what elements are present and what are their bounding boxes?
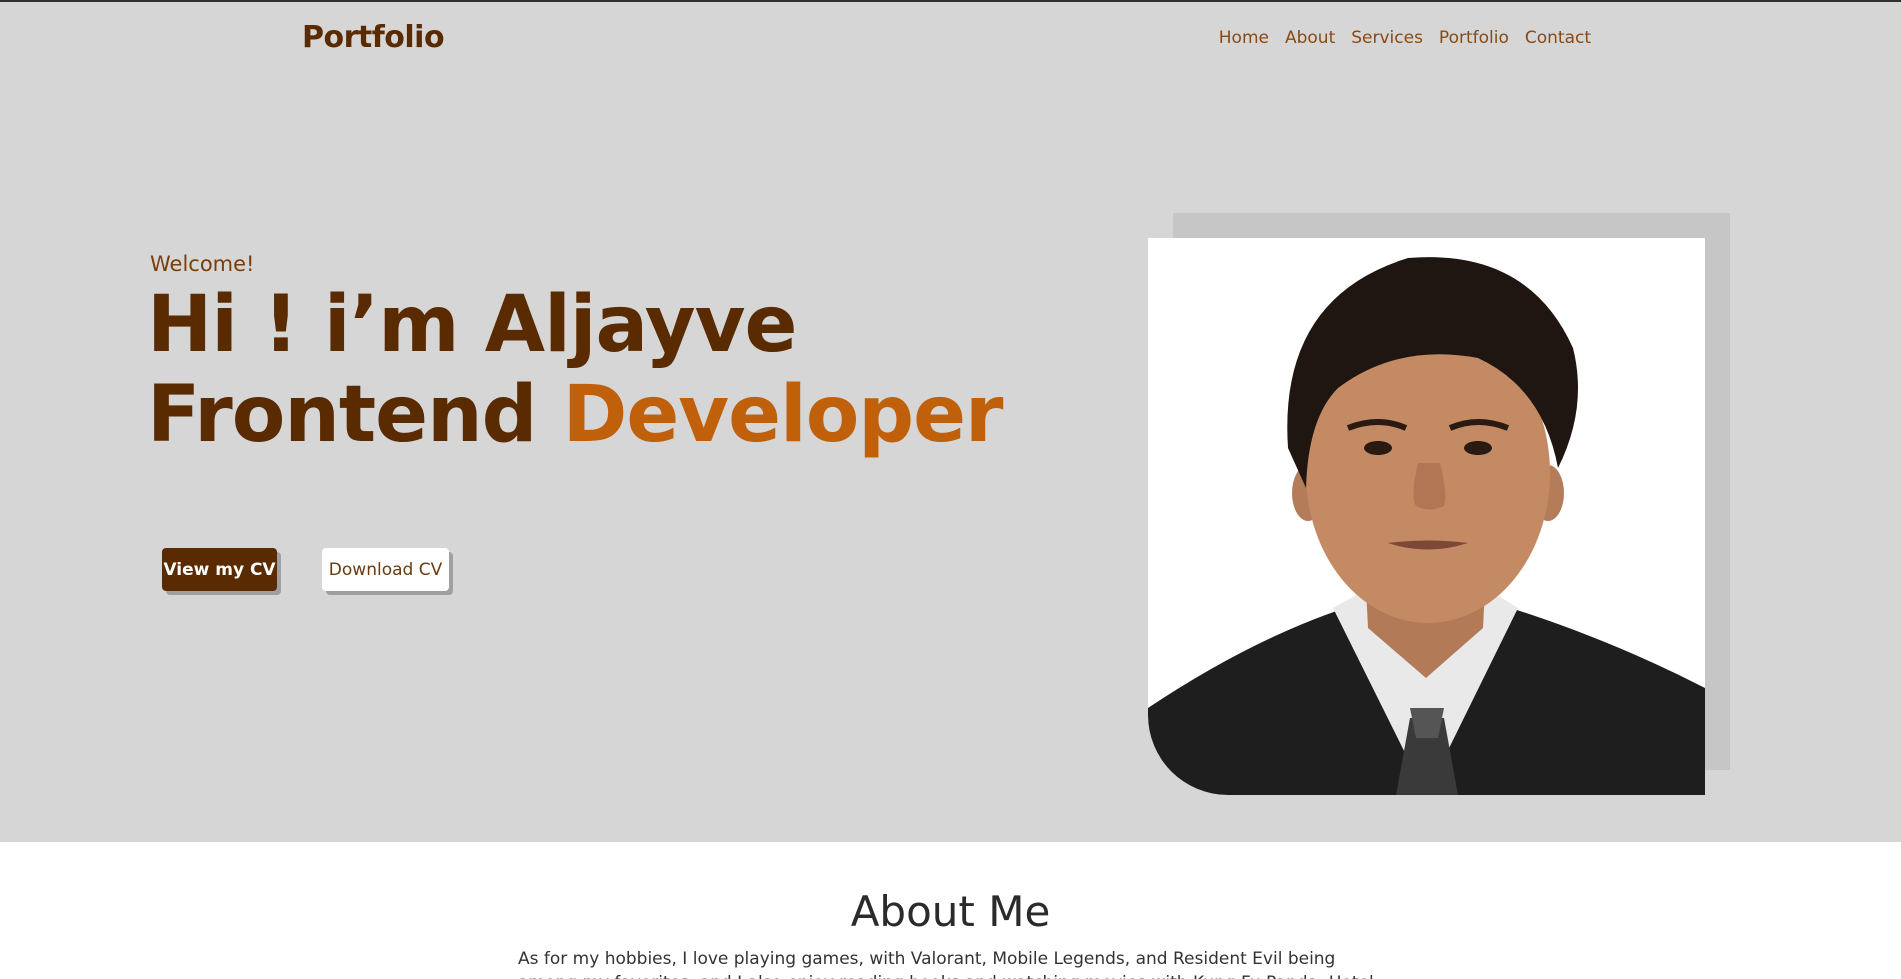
nav-contact-link[interactable]: Contact [1525,28,1591,48]
download-cv-button[interactable]: Download CV [322,548,449,591]
profile-photo-icon [1148,238,1705,795]
nav-about-link[interactable]: About [1285,28,1335,48]
nav-services-link[interactable]: Services [1351,28,1423,48]
brand-logo[interactable]: Portfolio [302,20,445,55]
profile-photo [1148,238,1705,795]
welcome-text: Welcome! [150,252,255,276]
hero-headline: Hi ! i’m Aljayve Frontend Developer [147,280,1004,460]
main-nav: Home About Services Portfolio Contact [1219,28,1591,48]
hero-section: Portfolio Home About Services Portfolio … [0,2,1901,842]
headline-line-1: Hi ! i’m Aljayve [147,280,797,370]
about-title: About Me [850,887,1051,936]
view-cv-button[interactable]: View my CV [162,548,277,591]
headline-line-2-accent: Developer [562,370,1004,460]
about-text: As for my hobbies, I love playing games,… [518,949,1374,979]
nav-portfolio-link[interactable]: Portfolio [1439,28,1509,48]
headline-line-2-main: Frontend [147,370,537,460]
nav-home-link[interactable]: Home [1219,28,1269,48]
